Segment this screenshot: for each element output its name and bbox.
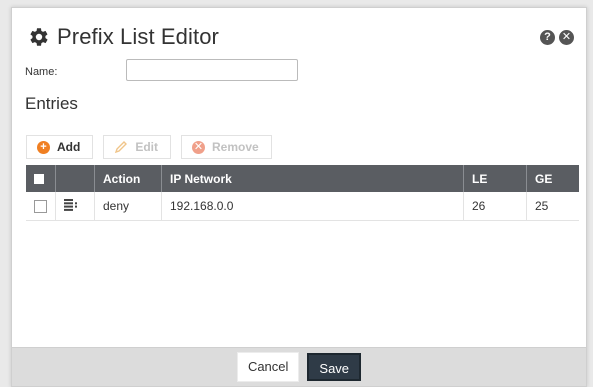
remove-button-label: Remove — [212, 140, 259, 154]
help-question-icon[interactable]: ? — [540, 30, 555, 45]
pencil-icon — [114, 140, 128, 154]
cell-action: deny — [94, 192, 162, 221]
name-input[interactable] — [126, 59, 298, 81]
edit-button[interactable]: Edit — [103, 135, 171, 159]
select-all-header[interactable] — [26, 165, 56, 192]
table-header-row: Action IP Network LE GE — [26, 165, 579, 192]
dialog-title: Prefix List Editor — [57, 24, 219, 49]
add-icon: + — [37, 140, 50, 154]
add-button-label: Add — [57, 140, 81, 154]
column-header-le[interactable]: LE — [463, 165, 527, 192]
entries-toolbar: + Add Edit ✕ Remove — [26, 135, 272, 159]
cell-le: 26 — [463, 192, 527, 221]
prefix-list-editor-dialog: Prefix List Editor ? ✕ Name: Entries + A… — [11, 7, 587, 387]
save-button[interactable]: Save — [307, 353, 362, 381]
entries-table: Action IP Network LE GE deny 192.168.0.0… — [26, 165, 579, 221]
cancel-button[interactable]: Cancel — [236, 352, 300, 382]
entries-title: Entries — [25, 94, 78, 113]
column-header-action[interactable]: Action — [94, 165, 162, 192]
cell-ip-network: 192.168.0.0 — [161, 192, 464, 221]
dialog-footer: Cancel Save — [12, 347, 586, 386]
add-button[interactable]: + Add — [26, 135, 94, 159]
select-all-checkbox[interactable] — [34, 174, 44, 185]
row-menu-icon[interactable] — [64, 198, 78, 214]
gear-icon — [26, 25, 50, 49]
row-select-cell[interactable] — [26, 192, 56, 221]
dialog-header: Prefix List Editor — [26, 22, 219, 52]
row-menu-cell[interactable] — [55, 192, 95, 221]
row-menu-header — [55, 165, 95, 192]
remove-icon: ✕ — [192, 140, 205, 154]
table-row[interactable]: deny 192.168.0.0 26 25 — [26, 192, 579, 221]
cell-ge: 25 — [526, 192, 579, 221]
column-header-ge[interactable]: GE — [526, 165, 579, 192]
name-label: Name: — [25, 66, 58, 78]
edit-button-label: Edit — [135, 140, 158, 154]
column-header-ip-network[interactable]: IP Network — [161, 165, 464, 192]
header-actions: ? ✕ — [540, 30, 574, 45]
remove-button[interactable]: ✕ Remove — [181, 135, 272, 159]
row-checkbox[interactable] — [34, 200, 47, 214]
close-icon[interactable]: ✕ — [559, 30, 574, 45]
